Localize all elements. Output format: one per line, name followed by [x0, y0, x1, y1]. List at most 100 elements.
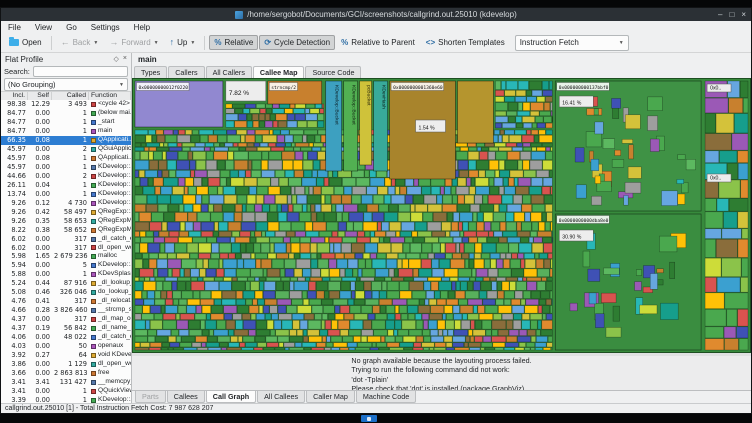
table-row[interactable]: 3.39 0.00 1 KDevelop::... [1, 396, 131, 403]
close-dock-icon[interactable]: × [123, 55, 127, 63]
table-row[interactable]: 84.77 0.00 1 main [1, 127, 131, 136]
cell: 98.38 [7, 100, 26, 108]
cell: 5.08 [11, 288, 26, 297]
cell: 4.03 [11, 342, 26, 351]
tab-types[interactable]: Types [134, 66, 168, 78]
cell: 1 [82, 126, 87, 135]
tab-callers[interactable]: Callers [168, 66, 205, 78]
tab-caller-map[interactable]: Caller Map [306, 391, 355, 403]
cell: 326 046 [59, 288, 87, 297]
maximize-button[interactable]: □ [729, 10, 734, 19]
table-row[interactable]: 5.08 0.46 326 046 do_lookup_x [1, 288, 131, 297]
tab-callee-map[interactable]: Callee Map [252, 66, 305, 78]
menu-go[interactable]: Go [59, 23, 84, 32]
table-row[interactable]: 5.24 0.44 87 916 _dl_lookup_... [1, 279, 131, 288]
menu-file[interactable]: File [1, 23, 28, 32]
float-dock-icon[interactable]: ◇ [114, 55, 119, 63]
table-row[interactable]: 4.06 0.00 48 022 _dl_catch_e... [1, 333, 131, 342]
relative-to-parent-toggle[interactable]: % Relative to Parent [336, 35, 420, 50]
open-button[interactable]: Open [4, 35, 47, 50]
table-row[interactable]: 6.02 0.00 317 _dl_catch_e... [1, 235, 131, 244]
cell-function: KDevelop::... [89, 181, 131, 190]
back-button[interactable]: ← Back ▼ [56, 35, 104, 50]
table-row[interactable]: 98.38 12.29 3 493 <cycle 42> [1, 100, 131, 109]
cell: 0.00 [35, 261, 50, 270]
tab-callees[interactable]: Callees [166, 391, 205, 403]
table-row[interactable]: 3.86 0.00 1 129 dl_open_wo... [1, 360, 131, 369]
callee-tabbar: Types Callers All Callers Callee Map Source … [132, 65, 751, 79]
minimize-button[interactable]: – [718, 10, 722, 19]
cell: 13.74 [7, 189, 26, 198]
table-row[interactable]: 4.37 0.00 317 _dl_map_ob... [1, 315, 131, 324]
cell: 9.26 [11, 216, 26, 225]
menu-help[interactable]: Help [127, 23, 157, 32]
table-row[interactable]: 66.35 0.08 1 QApplicati... [1, 135, 131, 145]
table-row[interactable]: 3.41 0.00 1 QQuickView... [1, 387, 131, 396]
bottom-tabbar: Parts Callees Call Graph All Callees Caller … [132, 390, 751, 403]
cell: 0.00 [35, 315, 50, 324]
table-row[interactable]: 4.66 0.28 3 826 460 __strcmp_s... [1, 306, 131, 315]
angle-brackets-icon: <> [425, 38, 436, 47]
table-row[interactable]: 5.94 0.00 5 KDevelop::... [1, 261, 131, 270]
shorten-templates-toggle[interactable]: <> Shorten Templates [421, 35, 510, 50]
table-row[interactable]: 3.66 0.00 2 863 813 free [1, 369, 131, 378]
table-row[interactable]: 9.26 0.12 4 730 KDevelop::... [1, 199, 131, 208]
table-row[interactable]: 3.41 3.41 131 427 __memcpy_... [1, 378, 131, 387]
table-row[interactable]: 44.66 0.00 2 KDevelop::... [1, 172, 131, 181]
table-row[interactable]: 26.11 0.04 1 KDevelop::... [1, 181, 131, 190]
cell: 58 652 [63, 225, 87, 234]
up-button[interactable]: ↑ Up ▼ [165, 35, 201, 50]
search-input[interactable] [32, 66, 128, 77]
table-row[interactable]: 9.26 0.42 58 497 QRegExp::... [1, 208, 131, 217]
table-row[interactable]: 5.88 0.00 1 KDevSplash... [1, 270, 131, 279]
table-row[interactable]: 4.76 0.41 317 _dl_relocat... [1, 297, 131, 306]
grouping-select[interactable]: (No Grouping) ▼ [4, 78, 128, 91]
tab-source-code[interactable]: Source Code [305, 66, 362, 78]
table-row[interactable]: 6.02 0.00 317 dl_open_wo... [1, 244, 131, 253]
callee-treemap[interactable]: 0x00000000012f0220 strncmp/2 KDevelop::Buc… [132, 78, 751, 353]
cell-function: _dl_map_ob... [89, 315, 131, 324]
forward-button[interactable]: → Forward ▼ [104, 35, 163, 50]
cell: 56 842 [63, 324, 87, 333]
cell: 3.41 [11, 387, 26, 395]
svg-text:1.54 %: 1.54 % [419, 125, 436, 131]
svg-text:0x00000000012f0220: 0x00000000012f0220 [138, 85, 188, 91]
table-row[interactable]: 3.92 0.27 64 void KDevel... [1, 351, 131, 360]
cell: 1 [82, 180, 87, 189]
table-row[interactable]: 4.37 0.19 56 842 _dl_name_m... [1, 324, 131, 333]
table-row[interactable]: 4.03 0.00 50 openaux [1, 342, 131, 351]
relative-toggle[interactable]: % Relative [209, 35, 259, 50]
event-type-select[interactable]: Instruction Fetch ▼ [514, 34, 629, 51]
taskbar[interactable] [0, 414, 752, 423]
menu-view[interactable]: View [28, 23, 59, 32]
menu-settings[interactable]: Settings [84, 23, 127, 32]
tab-call-graph[interactable]: Call Graph [205, 391, 257, 403]
callee-map[interactable]: 0x00000000012f0220 strncmp/2 KDevelop::Buc… [132, 78, 751, 353]
cell-function: dl_open_wo... [89, 244, 131, 253]
function-name: (below mai... [98, 108, 131, 116]
table-row[interactable]: 45.97 0.08 1 QApplicati... [1, 154, 131, 163]
titlebar[interactable]: /home/sergobot/Documents/GCI/screenshots… [1, 8, 751, 21]
table-row[interactable]: 5.98 1.65 2 679 236 malloc [1, 252, 131, 261]
table-row[interactable]: 9.26 0.35 58 653 QRegExpMa... [1, 217, 131, 226]
table-row[interactable]: 45.97 0.00 1 KDevelop::... [1, 163, 131, 172]
table-row[interactable]: 84.77 0.00 1 (below mai... [1, 109, 131, 118]
cell-function: KDevSplash... [89, 270, 131, 279]
function-name: QApplicati... [98, 153, 131, 161]
table-row[interactable]: 13.74 0.00 1 KDevelop::... [1, 190, 131, 199]
function-type-icon [91, 326, 96, 332]
table-row[interactable]: 84.77 0.00 1 _start [1, 118, 131, 127]
app-icon [235, 10, 244, 19]
tab-all-callers[interactable]: All Callers [205, 66, 252, 78]
tab-all-callees[interactable]: All Callees [257, 391, 306, 403]
tab-machine-code[interactable]: Machine Code [355, 391, 417, 403]
table-row[interactable]: 8.22 0.38 58 652 QRegExpMa... [1, 226, 131, 235]
dock-title-label: Flat Profile [5, 54, 44, 64]
close-button[interactable]: × [741, 10, 746, 19]
tab-parts[interactable]: Parts [135, 391, 166, 403]
table-row[interactable]: 45.97 0.00 2 QGuiApplic... [1, 145, 131, 154]
cycle-detection-toggle[interactable]: ⟳ Cycle Detection [259, 35, 336, 50]
function-type-icon [91, 101, 96, 107]
function-name: _dl_map_ob... [98, 315, 131, 323]
active-task-button[interactable] [361, 415, 377, 422]
